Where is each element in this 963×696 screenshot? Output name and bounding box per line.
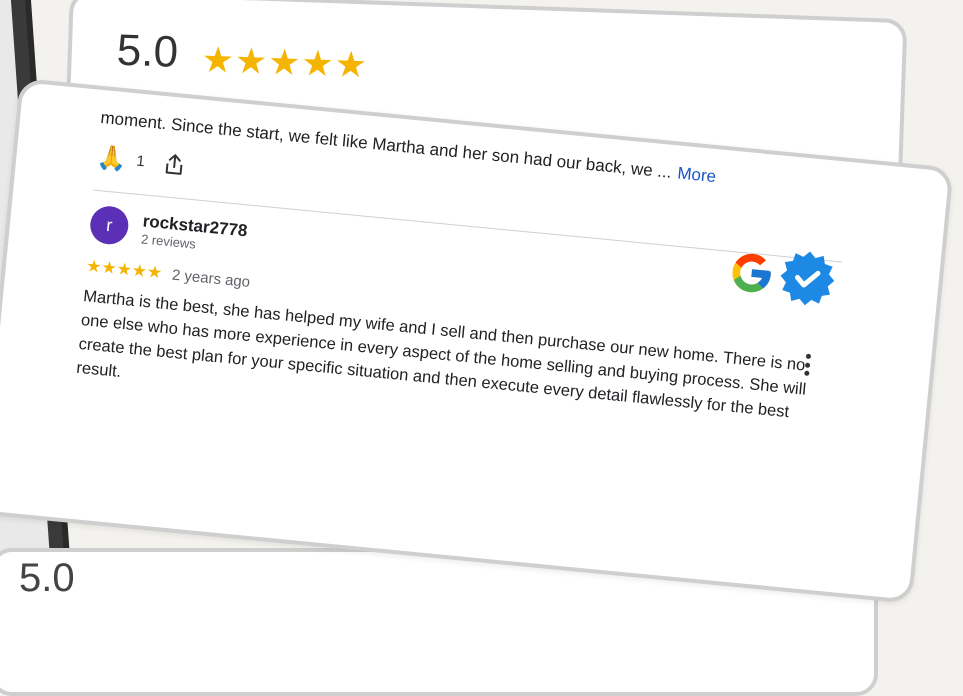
overall-stars: ★★★★★: [200, 38, 369, 86]
overall-rating: 5.0: [116, 25, 179, 77]
source-badges: [726, 244, 837, 308]
background-rating: 5.0: [19, 556, 75, 600]
more-link[interactable]: More: [677, 163, 717, 186]
google-logo-icon: [732, 253, 771, 293]
verified-badge-icon: [780, 251, 835, 306]
folded-hands-icon[interactable]: 🙏: [95, 142, 128, 174]
review-card: moment. Since the start, we felt like Ma…: [0, 78, 954, 604]
review-time: 2 years ago: [171, 266, 251, 291]
avatar[interactable]: r: [88, 204, 131, 246]
share-icon[interactable]: [164, 152, 186, 176]
review-stars: ★★★★★: [85, 256, 164, 283]
reaction-count: 1: [135, 152, 146, 170]
